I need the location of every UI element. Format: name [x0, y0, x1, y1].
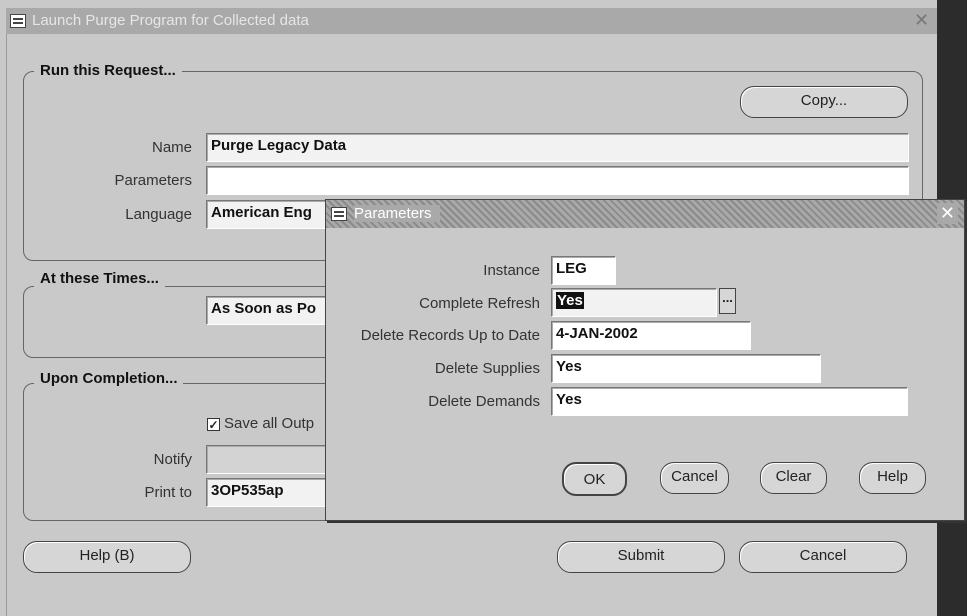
delete-demands-field[interactable]: Yes	[551, 387, 908, 416]
help-button[interactable]: Help (B)	[23, 541, 191, 573]
delete-supplies-field[interactable]: Yes	[551, 354, 821, 383]
complete-refresh-label: Complete Refresh	[419, 295, 540, 312]
delete-demands-label: Delete Demands	[428, 393, 540, 410]
window-titlebar: Launch Purge Program for Collected data …	[6, 8, 938, 34]
delete-upto-field[interactable]: 4-JAN-2002	[551, 321, 751, 350]
parameters-dialog: Parameters ✕ Instance LEG Complete Refre…	[325, 199, 965, 521]
oracle-app-icon	[10, 14, 26, 28]
submit-button[interactable]: Submit	[557, 541, 725, 573]
parameters-field[interactable]	[206, 166, 909, 195]
language-field[interactable]: American Eng	[206, 200, 336, 229]
delete-upto-label: Delete Records Up to Date	[360, 327, 540, 344]
dialog-title: Parameters	[354, 205, 440, 222]
dialog-help-button[interactable]: Help	[859, 462, 926, 494]
complete-refresh-value: Yes	[556, 292, 584, 309]
delete-supplies-label: Delete Supplies	[434, 360, 540, 377]
cancel-button[interactable]: Cancel	[739, 541, 907, 573]
save-output-label: Save all Outp	[224, 415, 315, 432]
language-label: Language	[125, 206, 192, 223]
complete-refresh-field[interactable]: Yes	[551, 288, 717, 317]
dialog-close-icon[interactable]: ✕	[936, 203, 958, 224]
name-field[interactable]: Purge Legacy Data	[206, 133, 909, 162]
window-close-icon[interactable]: ✕	[914, 10, 929, 31]
notify-label: Notify	[153, 451, 192, 468]
clear-button[interactable]: Clear	[760, 462, 827, 494]
dialog-cancel-button[interactable]: Cancel	[660, 462, 729, 494]
print-to-label: Print to	[144, 484, 192, 501]
instance-field[interactable]: LEG	[551, 256, 616, 285]
schedule-field[interactable]: As Soon as Po	[206, 296, 336, 325]
run-request-group-title: Run this Request...	[34, 62, 182, 79]
list-of-values-button[interactable]: ...	[719, 288, 736, 314]
dialog-app-icon	[331, 207, 347, 221]
name-label: Name	[151, 139, 192, 156]
times-group-title: At these Times...	[34, 270, 165, 287]
parameters-label: Parameters	[114, 172, 192, 189]
print-to-field[interactable]: 3OP535ap	[206, 478, 336, 507]
save-output-checkbox[interactable]: ✓	[207, 418, 220, 431]
completion-group-title: Upon Completion...	[34, 370, 184, 387]
notify-field[interactable]	[206, 445, 336, 474]
copy-button[interactable]: Copy...	[740, 86, 908, 118]
instance-label: Instance	[483, 262, 540, 279]
window-title: Launch Purge Program for Collected data	[32, 12, 309, 29]
ok-button[interactable]: OK	[562, 462, 627, 496]
